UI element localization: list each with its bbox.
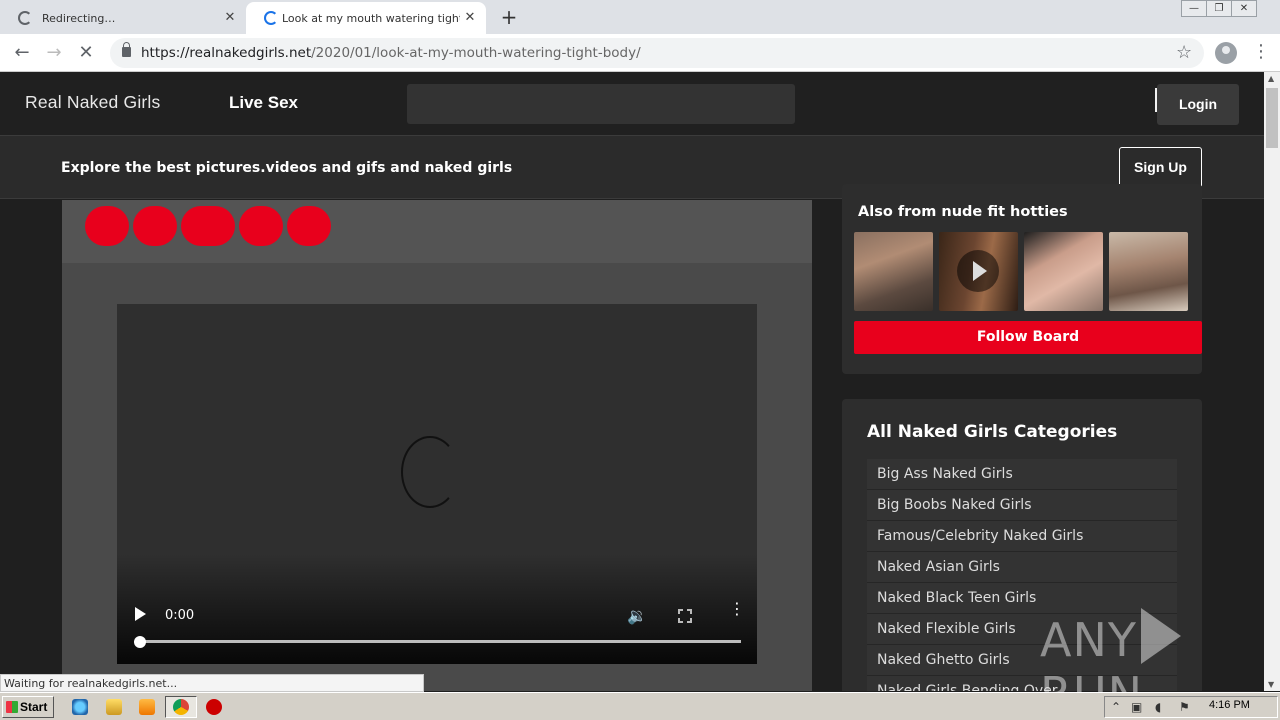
categories-title: All Naked Girls Categories bbox=[867, 422, 1118, 442]
volume-icon[interactable]: 🔉 bbox=[627, 606, 647, 625]
media-player-icon[interactable] bbox=[139, 699, 155, 715]
site-logo[interactable]: Real Naked Girls bbox=[25, 92, 160, 113]
tab-strip: Redirecting… ✕ Look at my mouth watering… bbox=[0, 0, 1280, 34]
url-text: https://realnakedgirls.net/2020/01/look-… bbox=[141, 45, 641, 61]
video-time: 0:00 bbox=[165, 608, 195, 623]
site-header: Real Naked Girls Live Sex Login bbox=[0, 72, 1264, 135]
fullscreen-icon[interactable] bbox=[677, 608, 693, 624]
thumbnail-image[interactable] bbox=[939, 232, 1018, 311]
vertical-scrollbar[interactable]: ▲ ▼ bbox=[1264, 72, 1280, 691]
start-button[interactable]: Start bbox=[2, 696, 54, 718]
board-title: Also from nude fit hotties bbox=[858, 204, 1068, 220]
flag-icon[interactable]: ⚑ bbox=[1179, 700, 1190, 714]
tab-redirecting[interactable]: Redirecting… ✕ bbox=[0, 2, 246, 34]
internet-explorer-icon[interactable] bbox=[72, 699, 88, 715]
tab-close-icon[interactable]: ✕ bbox=[222, 10, 238, 26]
network-icon[interactable]: ▣ bbox=[1131, 700, 1142, 714]
back-arrow-icon[interactable]: ← bbox=[10, 41, 34, 65]
lock-icon bbox=[122, 42, 131, 57]
loading-spinner-icon bbox=[18, 11, 32, 25]
video-menu-icon[interactable]: ⋮ bbox=[729, 601, 745, 617]
board-card: Also from nude fit hotties Follow Board bbox=[842, 184, 1202, 374]
clock: 4:16 PM bbox=[1209, 699, 1250, 711]
list-item[interactable]: Famous/Celebrity Naked Girls bbox=[867, 521, 1177, 552]
tab-title: Redirecting… bbox=[42, 11, 116, 25]
tray-expand-icon[interactable]: ⌃ bbox=[1111, 700, 1121, 714]
file-explorer-icon[interactable] bbox=[106, 699, 122, 715]
chrome-taskbar-button[interactable] bbox=[165, 696, 197, 718]
scroll-up-icon[interactable]: ▲ bbox=[1268, 74, 1274, 83]
loading-spinner-icon bbox=[264, 11, 278, 25]
play-icon bbox=[957, 250, 999, 292]
video-player[interactable]: 0:00 🔉 ⋮ bbox=[117, 304, 757, 664]
share-button[interactable] bbox=[287, 206, 331, 246]
browser-menu-icon[interactable]: ⋮ bbox=[1252, 42, 1270, 62]
restore-icon[interactable]: ❐ bbox=[1206, 0, 1232, 17]
share-bar bbox=[62, 200, 812, 263]
list-item[interactable]: Naked Asian Girls bbox=[867, 552, 1177, 583]
tab-close-icon[interactable]: ✕ bbox=[462, 10, 478, 26]
bookmark-star-icon[interactable]: ☆ bbox=[1176, 42, 1192, 63]
list-item[interactable]: Big Boobs Naked Girls bbox=[867, 490, 1177, 521]
opera-icon[interactable] bbox=[206, 699, 222, 715]
taskbar: Start ⌃ ▣ ◖ ⚑ 4:16 PM bbox=[0, 692, 1280, 720]
share-button[interactable] bbox=[85, 206, 129, 246]
play-icon[interactable] bbox=[135, 607, 146, 621]
search-input[interactable] bbox=[407, 84, 795, 124]
list-item[interactable]: Big Ass Naked Girls bbox=[867, 459, 1177, 490]
thumbnail-image[interactable] bbox=[854, 232, 933, 311]
plus-icon[interactable]: + bbox=[498, 6, 520, 28]
close-window-icon[interactable]: ✕ bbox=[1231, 0, 1257, 17]
loading-spinner-icon bbox=[401, 436, 459, 508]
video-progress-handle[interactable] bbox=[134, 636, 146, 648]
share-button[interactable] bbox=[133, 206, 177, 246]
tab-active-page[interactable]: Look at my mouth watering tight body ✕ bbox=[246, 2, 486, 34]
address-bar[interactable]: https://realnakedgirls.net/2020/01/look-… bbox=[110, 38, 1204, 68]
share-button[interactable] bbox=[239, 206, 283, 246]
status-bar: Waiting for realnakedgirls.net... bbox=[0, 674, 424, 692]
forward-arrow-icon[interactable]: → bbox=[42, 41, 66, 65]
board-thumbnails bbox=[854, 232, 1194, 311]
window-controls: — ❐ ✕ bbox=[1181, 0, 1257, 18]
share-button[interactable] bbox=[181, 206, 235, 246]
video-progress-bar[interactable] bbox=[139, 640, 741, 643]
scrollbar-thumb[interactable] bbox=[1266, 88, 1278, 148]
video-controls-background bbox=[117, 554, 757, 664]
windows-logo-icon bbox=[6, 701, 18, 713]
minimize-icon[interactable]: — bbox=[1181, 0, 1207, 17]
post-panel: 0:00 🔉 ⋮ bbox=[62, 200, 812, 691]
chrome-icon bbox=[173, 699, 189, 715]
nav-live-sex[interactable]: Live Sex bbox=[229, 93, 298, 113]
browser-toolbar: ← → ✕ https://realnakedgirls.net/2020/01… bbox=[0, 34, 1280, 72]
system-tray: ⌃ ▣ ◖ ⚑ bbox=[1104, 696, 1278, 718]
profile-avatar-icon[interactable] bbox=[1215, 42, 1237, 64]
play-triangle-icon bbox=[1140, 608, 1181, 664]
signup-button[interactable]: Sign Up bbox=[1119, 147, 1202, 188]
login-button[interactable]: Login bbox=[1157, 84, 1239, 125]
promo-text: Explore the best pictures.videos and gif… bbox=[61, 160, 513, 176]
volume-icon[interactable]: ◖ bbox=[1155, 700, 1161, 714]
thumbnail-image[interactable] bbox=[1024, 232, 1103, 311]
page-viewport: Real Naked Girls Live Sex Login Explore … bbox=[0, 72, 1264, 691]
follow-board-button[interactable]: Follow Board bbox=[854, 321, 1202, 354]
stop-icon[interactable]: ✕ bbox=[74, 41, 98, 65]
tab-title: Look at my mouth watering tight body bbox=[282, 11, 460, 25]
thumbnail-image[interactable] bbox=[1109, 232, 1188, 311]
